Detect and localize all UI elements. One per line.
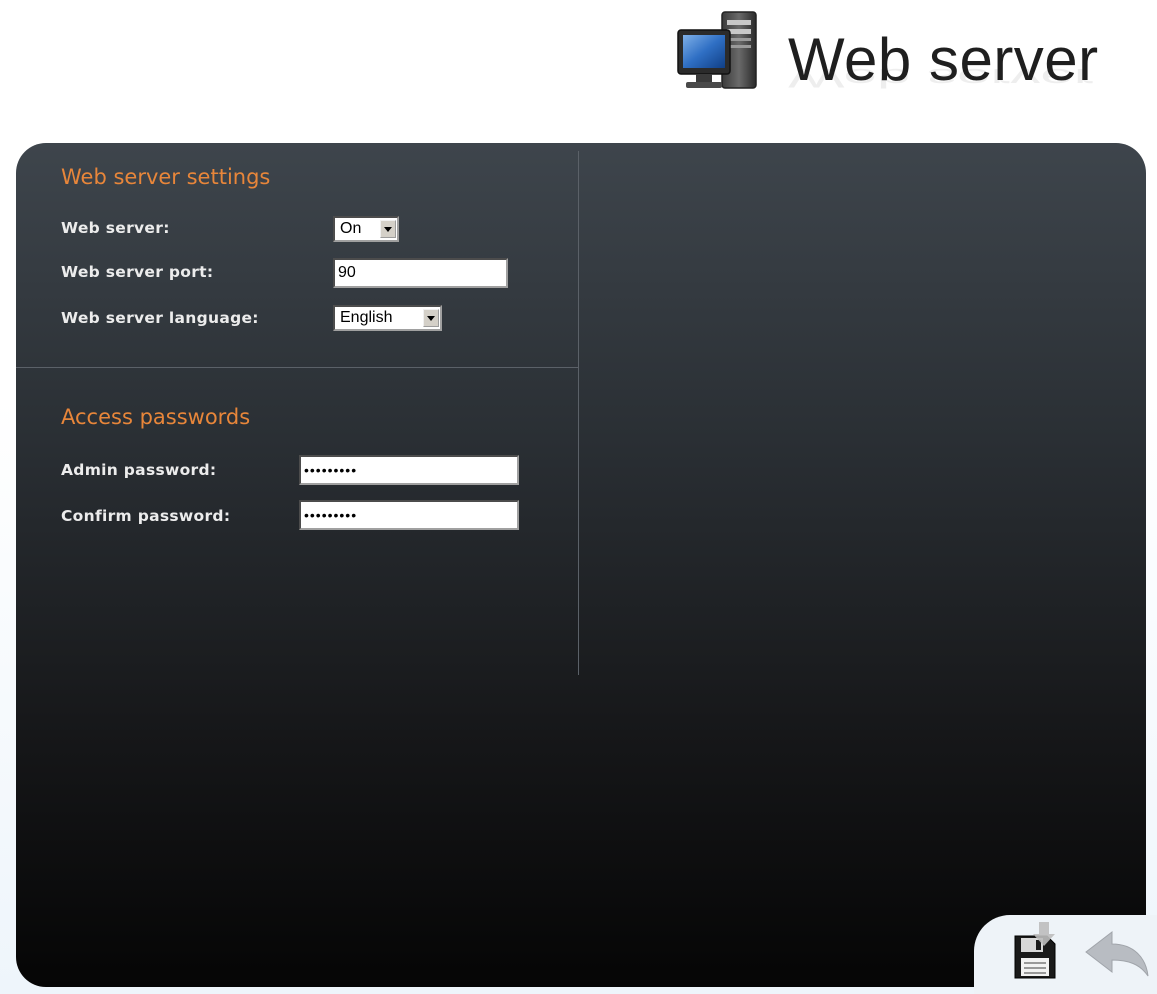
settings-panel: Web server settings Web server: On Web s… [16, 143, 1146, 987]
chevron-down-icon[interactable] [423, 309, 439, 327]
header: Web server Web server [0, 0, 1157, 140]
web-server-language-select-value: English [340, 309, 393, 326]
page-title-reflection: Web server [788, 63, 1094, 94]
web-server-language-select[interactable]: English [333, 305, 442, 331]
back-arrow-icon[interactable] [1082, 928, 1152, 978]
web-server-port-input[interactable] [333, 258, 508, 288]
web-server-port-label: Web server port: [61, 263, 214, 281]
web-server-language-label: Web server language: [61, 309, 259, 327]
section-divider [16, 367, 578, 368]
admin-password-input[interactable] [299, 455, 519, 485]
section-title-web-server-settings: Web server settings [61, 165, 271, 189]
confirm-password-label: Confirm password: [61, 507, 231, 525]
confirm-password-input[interactable] [299, 500, 519, 530]
web-server-select-value: On [340, 220, 362, 237]
chevron-down-icon[interactable] [380, 220, 396, 238]
web-server-label: Web server: [61, 219, 170, 237]
web-server-select[interactable]: On [333, 216, 399, 242]
computer-server-icon [677, 11, 757, 89]
section-title-access-passwords: Access passwords [61, 405, 251, 429]
save-icon[interactable] [1011, 922, 1059, 982]
admin-password-label: Admin password: [61, 461, 217, 479]
vertical-divider [578, 151, 579, 675]
